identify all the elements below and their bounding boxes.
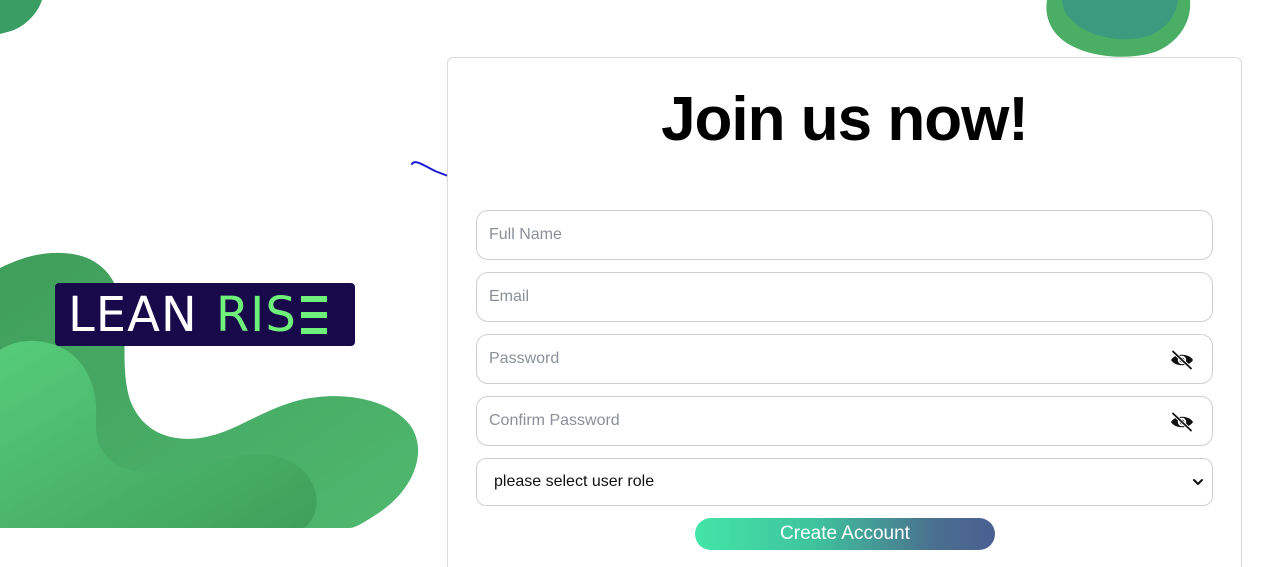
page-title: Join us now! <box>661 85 1029 154</box>
full-name-field-wrapper <box>476 210 1213 260</box>
email-field-wrapper <box>476 272 1213 322</box>
logo-e-glyph <box>300 295 327 334</box>
confirm-password-input[interactable] <box>477 397 1212 445</box>
password-field-wrapper <box>476 334 1213 384</box>
user-role-select[interactable]: please select user role <box>476 458 1213 506</box>
password-visibility-toggle-icon[interactable] <box>1170 350 1194 370</box>
password-input[interactable] <box>477 335 1212 383</box>
create-account-button[interactable]: Create Account <box>695 518 995 550</box>
top-right-blob-decoration <box>1046 0 1191 57</box>
signup-card: Join us now! Full Name Email please sele… <box>447 57 1242 567</box>
confirm-password-field-wrapper <box>476 396 1213 446</box>
signup-page: LEAN RIS Join us now! Full Name Email pl… <box>0 0 1265 567</box>
logo-word-rise: RIS <box>215 286 297 343</box>
confirm-password-visibility-toggle-icon[interactable] <box>1170 412 1194 432</box>
email-input[interactable] <box>477 273 1212 321</box>
top-left-blob-decoration <box>0 0 42 34</box>
user-role-selected-value: please select user role <box>494 473 655 490</box>
logo-word-lean: LEAN <box>68 286 198 343</box>
lean-rise-logo: LEAN RIS <box>55 283 355 346</box>
chevron-down-icon <box>1193 479 1203 485</box>
full-name-input[interactable] <box>477 211 1212 259</box>
